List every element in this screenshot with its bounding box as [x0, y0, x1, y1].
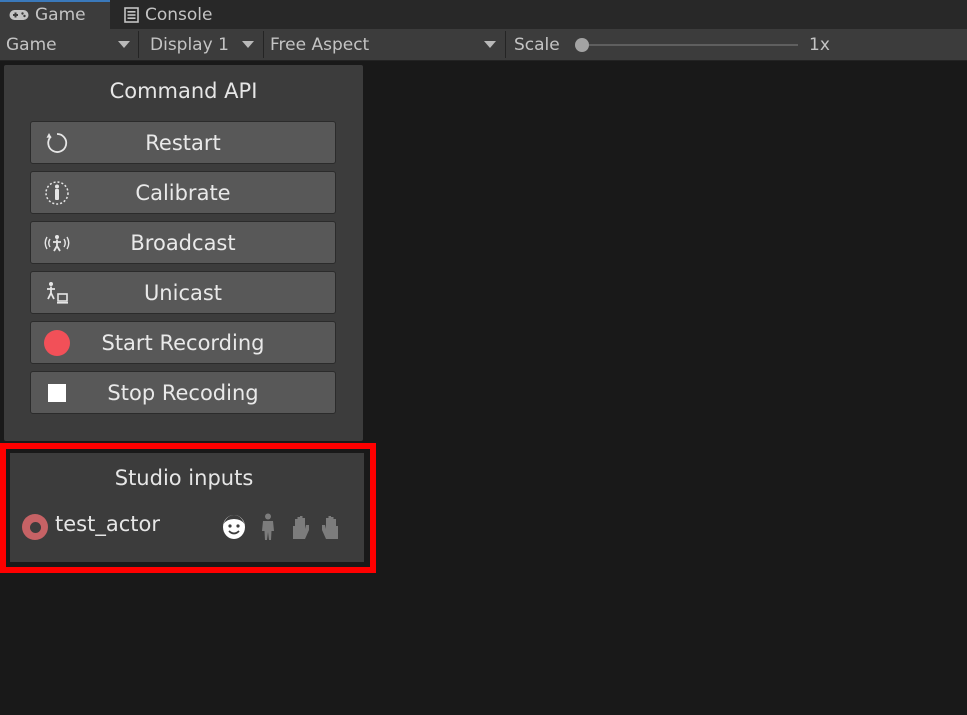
aspect-dropdown[interactable]: Free Aspect [264, 29, 504, 60]
broadcast-label: Broadcast [130, 230, 236, 255]
studio-inputs-panel: Studio inputs test_actor [10, 453, 364, 562]
start-recording-button[interactable]: Start Recording [30, 321, 336, 364]
left-hand-icon[interactable] [286, 512, 314, 542]
scale-label: Scale [514, 34, 560, 55]
record-icon [43, 329, 71, 357]
panel-title: Command API [109, 79, 258, 103]
toolbar-divider [505, 31, 506, 58]
scale-value: 1x [809, 34, 830, 55]
studio-inputs-title: Studio inputs [114, 466, 254, 490]
stop-recording-button[interactable]: Stop Recoding [30, 371, 336, 414]
display-dropdown[interactable]: Display 1 [144, 29, 262, 60]
window-tab-bar: Game Console [0, 0, 967, 29]
calibrate-button[interactable]: Calibrate [30, 171, 336, 214]
display-dropdown-value: Display 1 [150, 34, 229, 55]
scale-slider-thumb[interactable] [575, 38, 589, 52]
chevron-down-icon [242, 41, 254, 48]
restart-icon [43, 129, 71, 157]
tab-game-label: Game [35, 4, 86, 25]
gamepad-icon [9, 9, 29, 21]
restart-button[interactable]: Restart [30, 121, 336, 164]
unicast-icon [43, 279, 71, 307]
scale-slider-track[interactable] [582, 44, 798, 46]
actor-name: test_actor [55, 512, 160, 536]
aspect-dropdown-value: Free Aspect [270, 34, 370, 55]
broadcast-icon [43, 229, 71, 257]
console-icon [124, 6, 139, 23]
view-dropdown[interactable]: Game [0, 29, 136, 60]
start-recording-label: Start Recording [101, 330, 265, 355]
chevron-down-icon [484, 41, 496, 48]
stop-icon [43, 379, 71, 407]
restart-label: Restart [145, 130, 221, 155]
actor-status-icon[interactable] [22, 514, 48, 540]
tab-console[interactable]: Console [124, 0, 213, 29]
stop-recording-label: Stop Recoding [107, 380, 259, 405]
body-icon[interactable] [254, 512, 282, 542]
unicast-label: Unicast [143, 280, 223, 305]
unicast-button[interactable]: Unicast [30, 271, 336, 314]
game-view-toolbar: Game Display 1 Free Aspect Scale 1x [0, 29, 967, 61]
tab-game[interactable]: Game [0, 0, 110, 29]
calibrate-label: Calibrate [135, 180, 231, 205]
command-api-panel: Command API Restart Calibrate Broadcast … [4, 65, 363, 441]
view-dropdown-value: Game [6, 34, 57, 55]
tab-console-label: Console [145, 4, 213, 25]
calibrate-icon [43, 179, 71, 207]
broadcast-button[interactable]: Broadcast [30, 221, 336, 264]
toolbar-divider [138, 31, 139, 58]
chevron-down-icon [118, 41, 130, 48]
face-icon[interactable] [220, 512, 248, 542]
right-hand-icon[interactable] [317, 512, 345, 542]
